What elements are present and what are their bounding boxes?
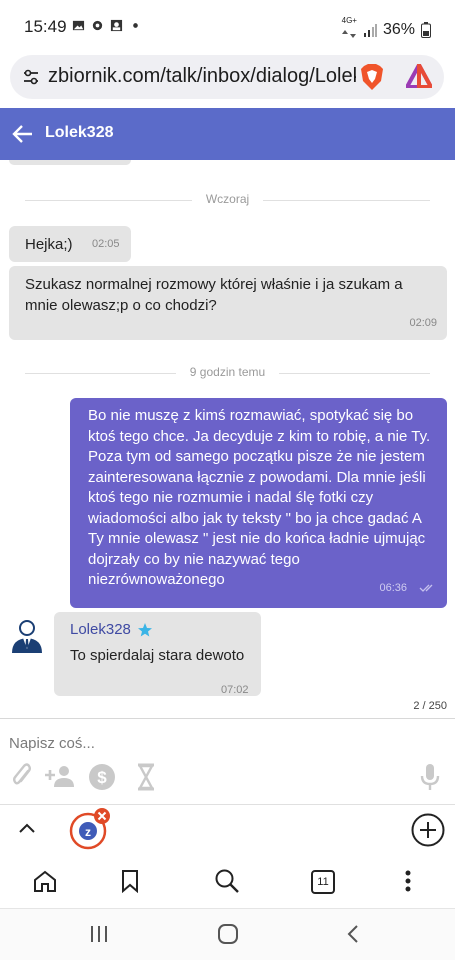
url-text[interactable]: zbiornik.com/talk/inbox/dialog/Lolek328: [48, 65, 356, 88]
chat-title[interactable]: Lolek328: [45, 124, 113, 142]
chevron-up-icon[interactable]: [18, 822, 36, 834]
brave-rewards-icon[interactable]: [406, 64, 432, 88]
back-arrow-icon[interactable]: [12, 123, 34, 145]
brave-shields-icon[interactable]: [360, 63, 384, 91]
message-bubble-incoming: Lolek328 To spierdalaj stara dewoto 07:0…: [54, 612, 261, 696]
message-time: 06:36: [379, 582, 407, 594]
message-text: Szukasz normalnej rozmowy której właśnie…: [25, 276, 403, 314]
add-person-icon[interactable]: [44, 763, 76, 789]
chat-header: Lolek328: [0, 108, 455, 160]
star-icon: [137, 622, 152, 636]
message-time: 07:02: [221, 684, 249, 696]
message-text: Hejka;): [25, 236, 73, 253]
battery-percent: 36%: [382, 21, 415, 38]
status-time: 15:49: [24, 17, 67, 36]
tabs-counter-button[interactable]: 11: [311, 870, 335, 894]
more-menu-icon[interactable]: [404, 869, 412, 893]
money-icon[interactable]: $: [88, 763, 116, 791]
address-bar[interactable]: zbiornik.com/talk/inbox/dialog/Lolek328: [10, 55, 444, 99]
message-time: 02:09: [409, 317, 437, 329]
date-divider-label: 9 godzin temu: [175, 365, 280, 379]
settings-icon: [92, 20, 103, 31]
browser-toolbar-bottom: 11: [0, 854, 455, 908]
new-tab-icon[interactable]: [411, 813, 445, 847]
message-bubble-incoming: Szukasz normalnej rozmowy której właśnie…: [9, 266, 447, 340]
browser-toolbar-top: z: [0, 804, 455, 854]
status-bar: 15:49 4G+ 36%: [0, 0, 455, 56]
home-icon[interactable]: [33, 870, 57, 892]
battery-icon: [421, 22, 431, 38]
message-list[interactable]: Wczoraj Hejka;) 02:05 Szukasz normalnej …: [0, 160, 455, 720]
sender-name[interactable]: Lolek328: [70, 621, 131, 638]
date-divider: 9 godzin temu: [25, 363, 430, 383]
system-nav-bar: [0, 908, 455, 960]
bookmark-icon[interactable]: [121, 869, 139, 893]
attachment-icon[interactable]: [12, 763, 34, 789]
site-tab-icon[interactable]: z: [67, 807, 113, 851]
read-receipt-icon: [419, 584, 433, 592]
network-label: 4G+: [341, 16, 357, 25]
message-input[interactable]: Napisz coś...: [9, 735, 95, 752]
sender-avatar[interactable]: [8, 615, 46, 653]
char-counter: 2 / 250: [413, 700, 447, 712]
message-text: Bo nie muszę z kimś rozmawiać, spotykać …: [88, 407, 431, 588]
site-settings-icon[interactable]: [22, 68, 40, 86]
gallery-icon: [72, 20, 85, 31]
network-indicator: 4G+: [341, 16, 357, 43]
back-nav-icon[interactable]: [346, 924, 360, 944]
contact-icon: [110, 19, 123, 32]
svg-text:z: z: [85, 825, 91, 839]
date-divider: Wczoraj: [25, 190, 430, 210]
message-time: 02:05: [92, 238, 120, 250]
signal-icon: [363, 24, 377, 37]
recent-apps-icon[interactable]: [89, 924, 109, 944]
home-nav-icon[interactable]: [217, 923, 239, 945]
dot-icon: [133, 23, 138, 28]
microphone-icon[interactable]: [420, 763, 440, 791]
data-arrows-icon: [341, 30, 356, 38]
previous-message-bubble: [9, 160, 131, 165]
hourglass-icon[interactable]: [136, 763, 156, 791]
message-bubble-outgoing: Bo nie muszę z kimś rozmawiać, spotykać …: [70, 398, 447, 608]
message-text: To spierdalaj stara dewoto: [70, 647, 245, 664]
message-composer: Napisz coś... $: [0, 718, 455, 804]
date-divider-label: Wczoraj: [191, 192, 264, 206]
message-bubble-incoming: Hejka;) 02:05: [9, 226, 131, 262]
search-icon[interactable]: [214, 868, 240, 894]
svg-text:$: $: [97, 768, 107, 787]
